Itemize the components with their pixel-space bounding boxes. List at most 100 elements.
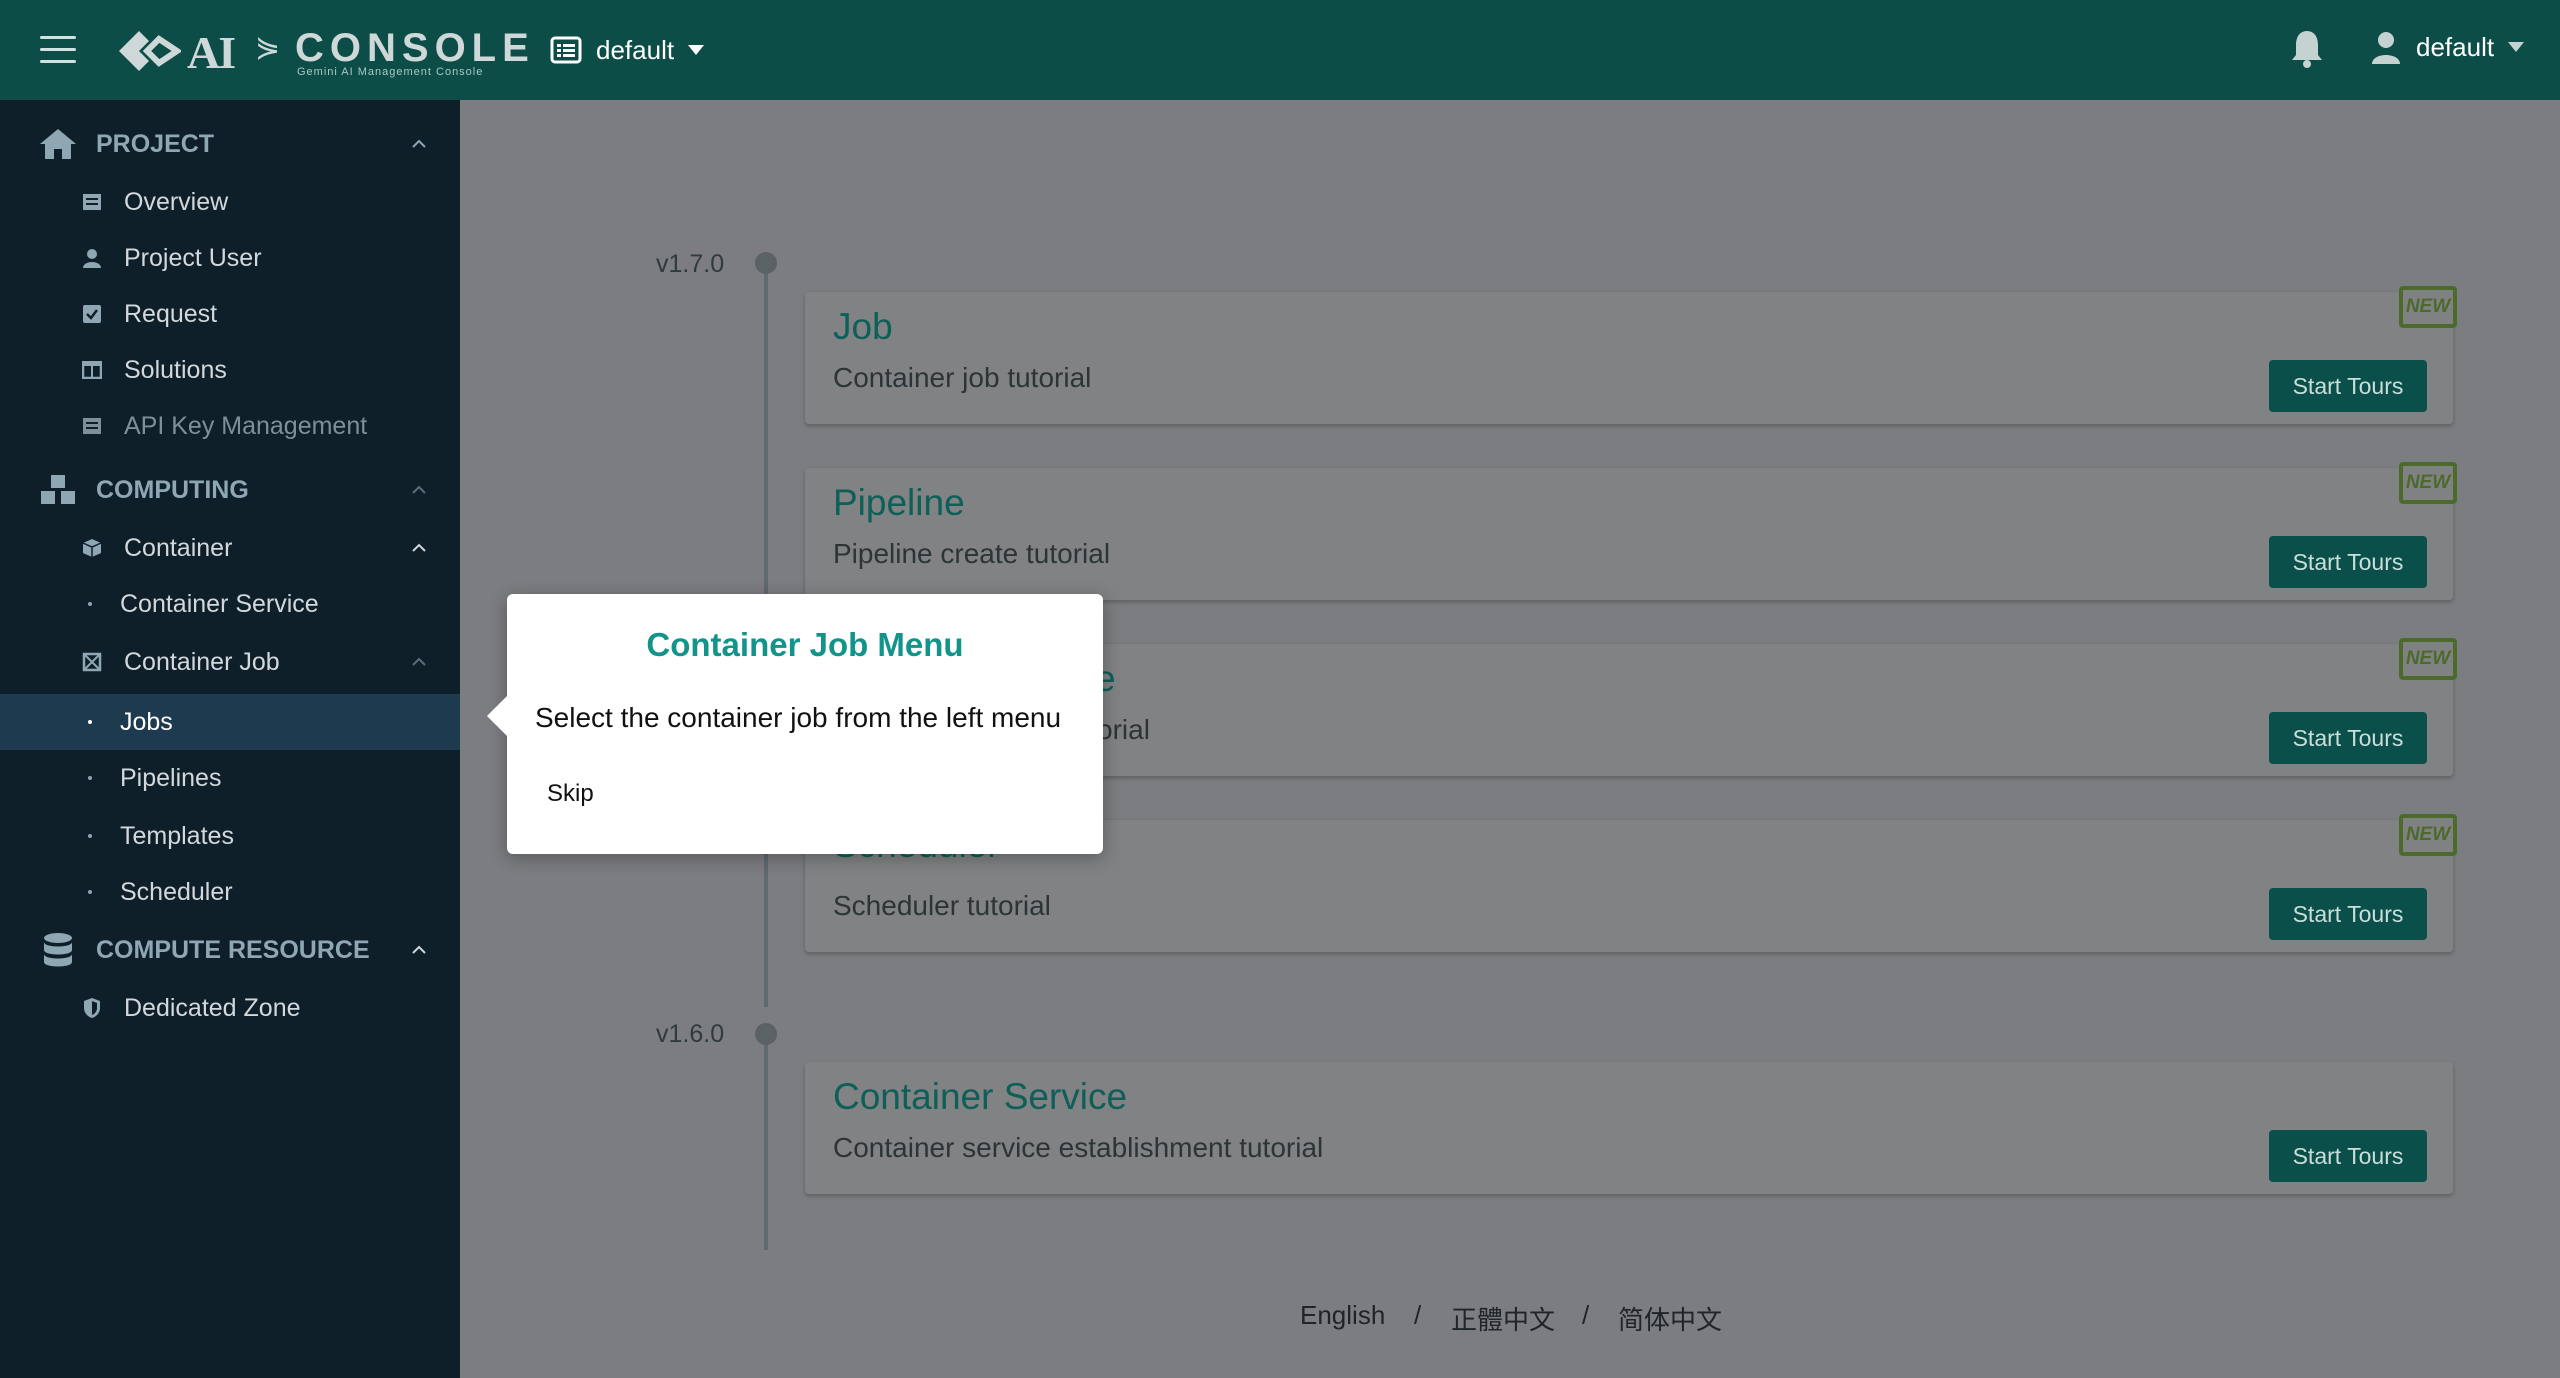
logo-ai-text: AI — [187, 27, 236, 78]
top-bar: AI ⋟ CONSOLE Gemini AI Management Consol… — [0, 0, 2560, 100]
container-job-icon — [80, 650, 104, 674]
cubes-icon — [38, 470, 78, 510]
sidebar-section-project[interactable]: PROJECT — [0, 116, 460, 172]
sidebar-item-request[interactable]: Request — [0, 286, 460, 342]
start-tours-button[interactable]: Start Tours — [2269, 360, 2427, 412]
card-title: Container Service — [833, 1076, 1128, 1117]
project-name: default — [596, 34, 675, 65]
sidebar-item-solutions[interactable]: Solutions — [0, 342, 460, 398]
sidebar-section-compute-resource[interactable]: COMPUTE RESOURCE — [0, 922, 460, 978]
checkbox-icon — [80, 302, 104, 326]
start-tours-button[interactable]: Start Tours — [2269, 1130, 2427, 1182]
language-traditional-chinese[interactable]: 正體中文 — [1451, 1300, 1555, 1337]
sidebar-item-scheduler[interactable]: Scheduler — [0, 864, 460, 920]
bullet-icon — [88, 720, 92, 724]
sidebar-item-label: Container Service — [120, 589, 319, 618]
logo-arrow-icon: ⋟ — [255, 31, 281, 64]
timeline-dot — [755, 252, 777, 274]
sidebar-item-project-user[interactable]: Project User — [0, 230, 460, 286]
sidebar-item-label: Jobs — [120, 707, 173, 736]
timeline-dot — [755, 1023, 777, 1045]
skip-button[interactable]: Skip — [547, 780, 594, 808]
card-description: Container job tutorial — [833, 362, 1092, 393]
version-label: v1.7.0 — [656, 250, 725, 278]
popover-title: Container Job Menu — [646, 626, 964, 663]
sidebar-item-api-key[interactable]: API Key Management — [0, 398, 460, 454]
tour-card-job: Job Container job tutorial Start Tours N… — [805, 286, 2457, 424]
project-selector[interactable]: default — [550, 30, 705, 70]
start-tours-button[interactable]: Start Tours — [2269, 536, 2427, 588]
start-tours-button[interactable]: Start Tours — [2269, 888, 2427, 940]
sidebar-section-label: COMPUTE RESOURCE — [96, 935, 370, 964]
bullet-icon — [88, 834, 92, 838]
new-badge: NEW — [2399, 462, 2457, 504]
timeline-line — [764, 1040, 768, 1250]
sidebar-item-container-service[interactable]: Container Service — [0, 576, 460, 632]
sidebar-item-pipelines[interactable]: Pipelines — [0, 750, 460, 806]
card-description: Container service establishment tutorial — [833, 1132, 1324, 1163]
sidebar-section-label: COMPUTING — [96, 475, 249, 504]
card-title: Job — [833, 306, 893, 347]
sidebar-section-computing[interactable]: COMPUTING — [0, 462, 460, 518]
language-simplified-chinese[interactable]: 简体中文 — [1618, 1300, 1722, 1337]
tour-card-container-service: Container Service Container service esta… — [805, 1062, 2453, 1194]
version-label: v1.6.0 — [656, 1020, 725, 1048]
sidebar-item-label: Templates — [120, 821, 234, 850]
sidebar-item-label: API Key Management — [124, 411, 368, 440]
sidebar-item-label: Request — [124, 299, 218, 328]
sidebar-item-container-job[interactable]: Container Job — [0, 634, 460, 690]
cube-icon — [80, 536, 104, 560]
sidebar-item-label: Container — [124, 533, 233, 562]
database-icon — [38, 930, 78, 970]
new-badge: NEW — [2399, 638, 2457, 680]
chevron-up-icon — [412, 485, 426, 494]
user-icon — [80, 246, 104, 270]
bullet-icon — [88, 602, 92, 606]
start-tours-button[interactable]: Start Tours — [2269, 712, 2427, 764]
logo-subtitle: Gemini AI Management Console — [297, 66, 484, 78]
logo-mark-icon — [119, 31, 181, 71]
caret-down-icon — [2508, 42, 2525, 52]
user-menu[interactable]: default — [2370, 30, 2525, 64]
sidebar-item-label: Container Job — [124, 647, 280, 676]
sidebar-item-label: Dedicated Zone — [124, 993, 301, 1022]
home-icon — [38, 124, 78, 164]
popover-body: Select the container job from the left m… — [535, 702, 1062, 733]
language-separator: / — [1414, 1300, 1422, 1330]
tour-popover: Container Job Menu Select the container … — [487, 594, 1103, 854]
chevron-up-icon — [412, 657, 426, 666]
sidebar-section-label: PROJECT — [96, 129, 215, 158]
sidebar-item-label: Pipelines — [120, 763, 222, 792]
popover-arrow — [487, 696, 507, 736]
list-icon — [80, 414, 104, 438]
bullet-icon — [88, 776, 92, 780]
sidebar-item-overview[interactable]: Overview — [0, 174, 460, 230]
chevron-up-icon — [412, 139, 426, 148]
chevron-up-icon — [412, 945, 426, 954]
card-description: Scheduler tutorial — [833, 890, 1051, 921]
sidebar-item-label: Overview — [124, 187, 229, 216]
bullet-icon — [88, 890, 92, 894]
sidebar-item-jobs[interactable]: Jobs — [0, 694, 460, 750]
logo-console-text: CONSOLE — [295, 26, 535, 70]
sidebar-item-container[interactable]: Container — [0, 520, 460, 576]
new-badge: NEW — [2399, 286, 2457, 328]
project-list-icon — [550, 36, 582, 64]
shield-icon — [80, 996, 104, 1020]
new-badge: NEW — [2399, 814, 2457, 856]
list-icon — [80, 190, 104, 214]
app-logo[interactable]: AI ⋟ CONSOLE Gemini AI Management Consol… — [115, 24, 529, 78]
sidebar-item-dedicated-zone[interactable]: Dedicated Zone — [0, 980, 460, 1036]
columns-icon — [80, 358, 104, 382]
notification-bell-icon[interactable] — [2290, 28, 2324, 73]
language-english[interactable]: English — [1300, 1300, 1385, 1331]
tour-card-pipeline: Pipeline Pipeline create tutorial Start … — [805, 462, 2457, 600]
card-title: Pipeline — [833, 482, 965, 523]
sidebar-item-label: Project User — [124, 243, 262, 272]
user-name: default — [2416, 31, 2495, 62]
card-description: orial — [1097, 714, 1150, 745]
sidebar-item-templates[interactable]: Templates — [0, 808, 460, 864]
menu-icon[interactable] — [40, 36, 76, 64]
sidebar-item-label: Scheduler — [120, 877, 233, 906]
chevron-up-icon — [412, 543, 426, 552]
